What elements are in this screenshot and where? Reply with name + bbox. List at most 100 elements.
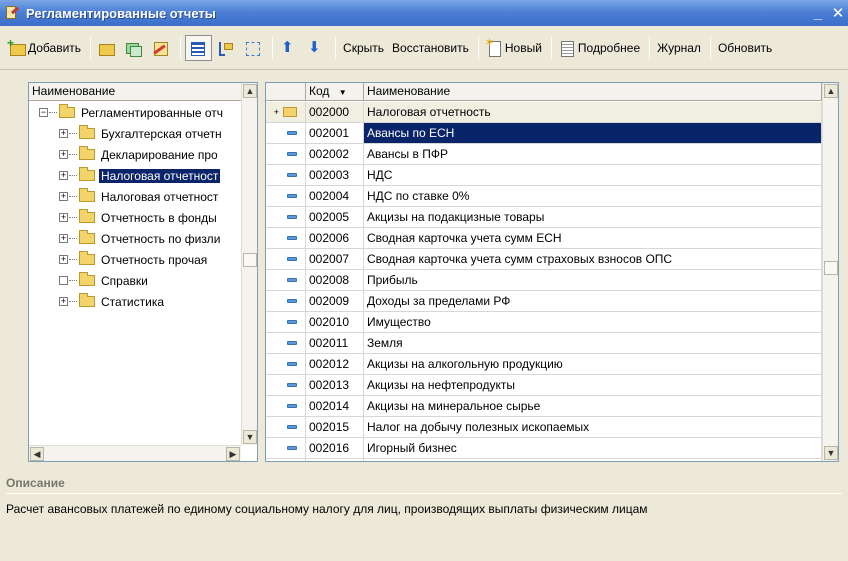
tree-item[interactable]: + Налоговая отчетност [29,186,241,207]
tree-vertical-scrollbar[interactable]: ▲ ▼ [241,83,257,445]
table-row[interactable]: 002009 Доходы за пределами РФ [266,291,822,312]
hierarchy-button[interactable] [214,35,239,61]
table-row[interactable]: 002004 НДС по ставке 0% [266,186,822,207]
tree-item-root[interactable]: − Регламентированные отч [29,102,241,123]
row-name: Сводная карточка учета сумм ЕСН [364,228,822,248]
expand-icon[interactable]: + [59,129,68,138]
folder-icon [79,293,95,307]
table-row[interactable]: 002010 Имущество [266,312,822,333]
scroll-down-icon[interactable]: ▼ [243,430,257,444]
column-header-code[interactable]: Код ▼ [306,83,364,101]
table-row[interactable]: 002001 Авансы по ЕСН [266,123,822,144]
expand-icon[interactable]: + [59,150,68,159]
details-button[interactable]: Подробнее [556,35,643,61]
table-row[interactable]: 002002 Авансы в ПФР [266,144,822,165]
reports-table[interactable]: Код ▼ Наименование + 002000 Налоговая от… [265,82,839,462]
row-code: 002016 [306,438,364,458]
tree-item[interactable]: + Декларирование про [29,144,241,165]
tree-item[interactable]: + Отчетность по физли [29,228,241,249]
tree-item[interactable]: + Отчетность прочая [29,249,241,270]
scroll-thumb[interactable] [824,261,838,275]
row-code: 002014 [306,396,364,416]
tree-item[interactable]: + Бухгалтерская отчетн [29,123,241,144]
report-icon [287,320,297,324]
row-icon-cell [266,165,306,185]
report-icon [287,383,297,387]
table-row[interactable]: 002013 Акцизы на нефтепродукты [266,375,822,396]
row-name: ЕНВД [364,459,822,461]
minimize-button[interactable]: _ [808,3,828,23]
row-code: 002010 [306,312,364,332]
row-icon-cell [266,186,306,206]
expand-icon[interactable]: + [59,213,68,222]
table-row[interactable]: 002007 Сводная карточка учета сумм страхо… [266,249,822,270]
refresh-button[interactable]: Обновить [715,35,775,61]
expand-icon[interactable]: + [59,171,68,180]
close-button[interactable]: ✕ [828,3,848,23]
toolbar-separator [649,36,651,59]
scroll-left-icon[interactable]: ◀ [30,447,44,461]
scroll-right-icon[interactable]: ▶ [226,447,240,461]
table-row[interactable]: 002012 Акцизы на алкогольную продукцию [266,354,822,375]
move-down-button[interactable] [304,35,329,61]
scroll-up-icon[interactable]: ▲ [243,84,257,98]
expand-icon[interactable]: + [59,297,68,306]
table-row[interactable]: 002008 Прибыль [266,270,822,291]
folder-icon [59,104,75,118]
folder-icon [79,188,95,202]
table-row[interactable]: 002011 Земля [266,333,822,354]
tree-item[interactable]: + Статистика [29,291,241,312]
table-row[interactable]: 002017ЕНВД [266,459,822,461]
row-name: Прибыль [364,270,822,290]
description-text: Расчет авансовых платежей по единому соц… [6,502,648,516]
edit-icon [152,40,169,56]
expand-icon[interactable]: + [59,234,68,243]
table-row[interactable]: 002005 Акцизы на подакцизные товары [266,207,822,228]
table-row[interactable]: 002016 Игорный бизнес [266,438,822,459]
list-mode-button[interactable] [185,34,213,61]
collapse-icon[interactable]: − [39,108,48,117]
row-icon-cell [266,375,306,395]
table-vertical-scrollbar[interactable]: ▲ ▼ [822,83,838,461]
tree-item-label: Статистика [101,294,165,309]
hide-button[interactable]: Скрыть [340,35,387,61]
add-group-button[interactable] [95,35,120,61]
app-icon [4,5,20,21]
row-code: 002011 [306,333,364,353]
scroll-thumb[interactable] [243,253,257,267]
sort-down-icon: ▼ [338,88,347,97]
table-row[interactable]: 002014 Акцизы на минеральное сырье [266,396,822,417]
description-title: Описание [6,476,65,490]
table-row[interactable]: 002006 Сводная карточка учета сумм ЕСН [266,228,822,249]
tree-panel[interactable]: Наименование − Регламентированные отч + … [28,82,258,462]
column-header-icon[interactable] [266,83,306,101]
tree-item-label: Декларирование про [101,147,218,162]
add-label: Добавить [28,40,82,55]
row-icon-cell [266,354,306,374]
tree-item[interactable]: + Отчетность в фонды [29,207,241,228]
table-row-group[interactable]: + 002000 Налоговая отчетность [266,102,822,123]
move-to-group-button[interactable] [241,35,266,61]
column-header-code-label: Код [309,84,330,98]
tree-item-label: Отчетность в фонды [101,210,217,225]
tree-item[interactable]: Справки [29,270,241,291]
journal-button[interactable]: Журнал [654,35,704,61]
edit-button[interactable] [149,35,174,61]
scroll-down-icon[interactable]: ▼ [824,446,838,460]
tree-header[interactable]: Наименование [29,83,241,101]
table-row[interactable]: 002003 НДС [266,165,822,186]
scroll-up-icon[interactable]: ▲ [824,84,838,98]
move-up-button[interactable] [277,35,302,61]
copy-button[interactable] [122,35,147,61]
expand-icon[interactable]: + [59,192,68,201]
add-button[interactable]: Добавить [6,35,84,61]
tree-connector [69,175,77,176]
column-header-name[interactable]: Наименование [364,83,822,101]
report-icon [287,341,297,345]
tree-horizontal-scrollbar[interactable]: ◀ ▶ [29,445,241,461]
tree-item-selected[interactable]: + Налоговая отчетност [29,165,241,186]
expand-icon[interactable]: + [59,255,68,264]
restore-button[interactable]: Восстановить [389,35,472,61]
new-button[interactable]: Новый [483,35,545,61]
table-row[interactable]: 002015 Налог на добычу полезных ископаемы… [266,417,822,438]
